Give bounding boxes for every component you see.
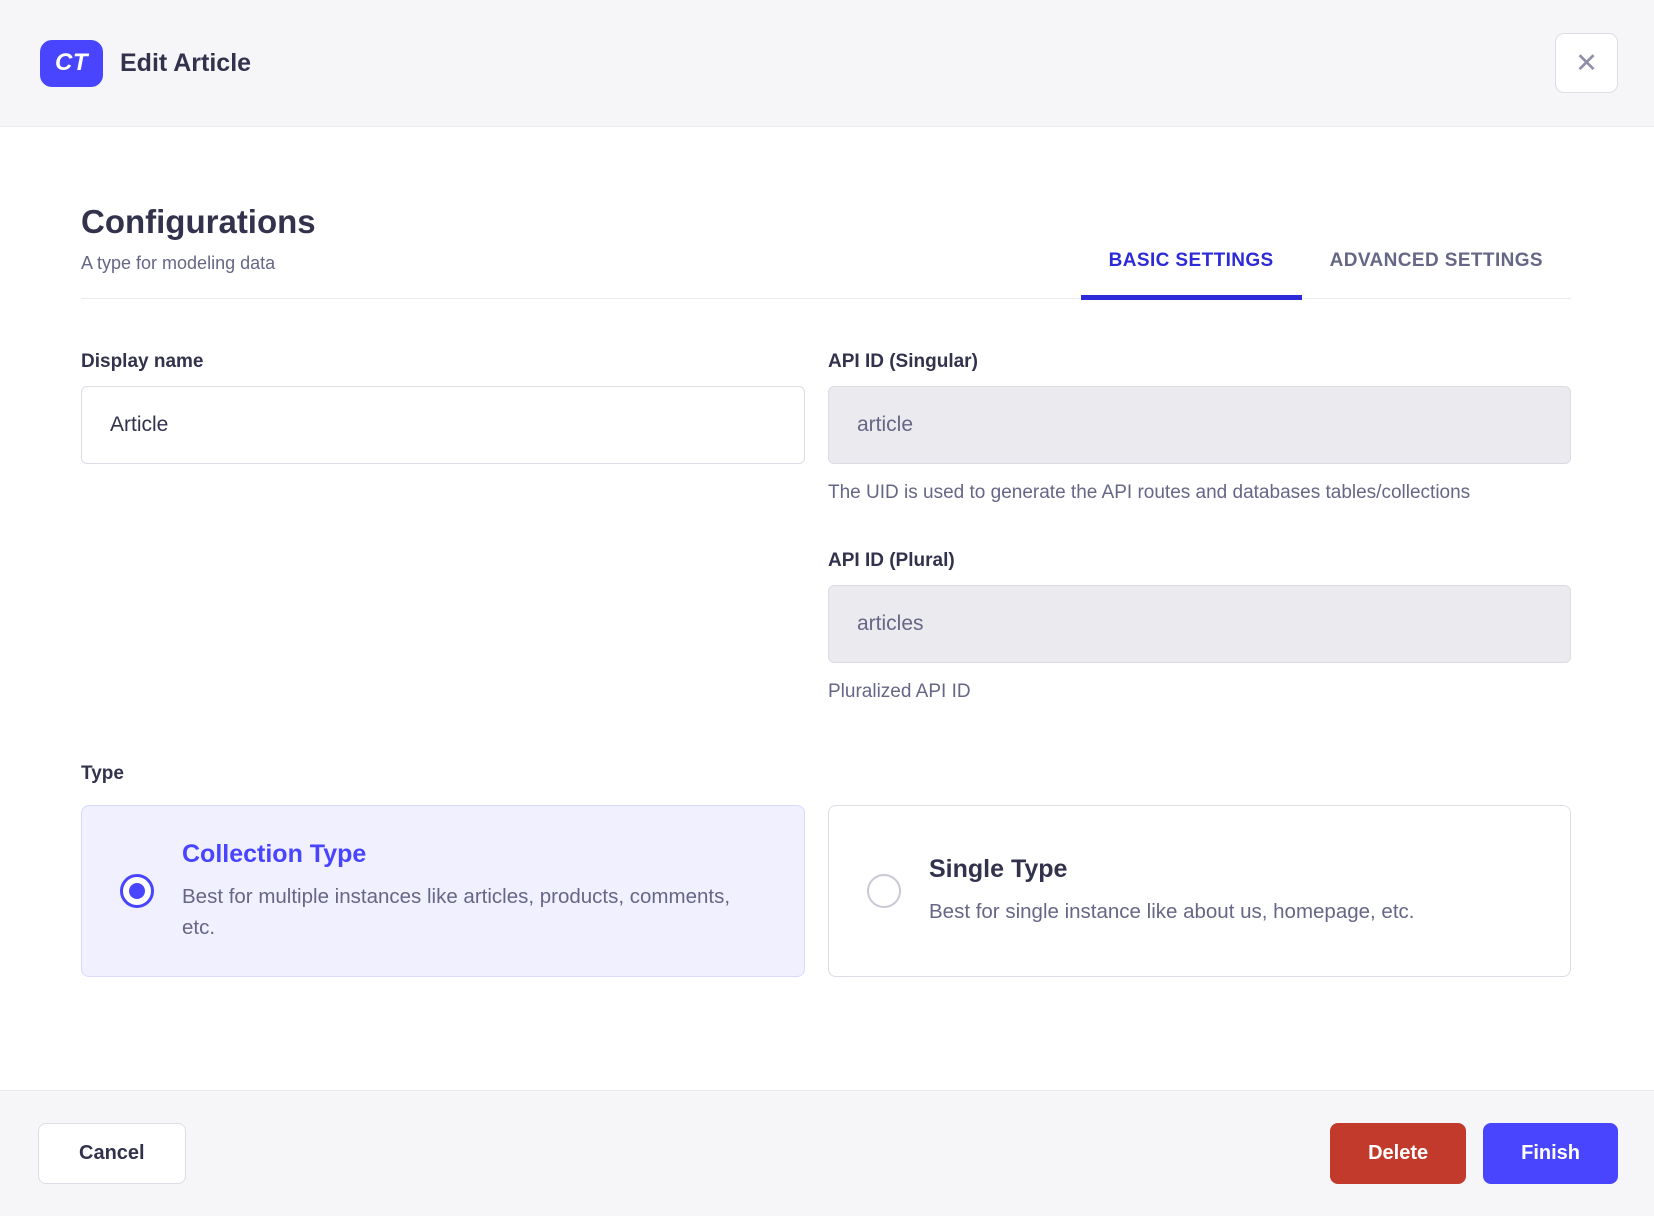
display-name-field: Display name <box>81 351 805 464</box>
api-id-singular-input <box>828 386 1571 464</box>
type-option-single[interactable]: Single Type Best for single instance lik… <box>828 805 1571 977</box>
single-type-title: Single Type <box>929 855 1068 883</box>
settings-tabs: BASIC SETTINGS ADVANCED SETTINGS <box>1080 250 1571 300</box>
collection-type-title: Collection Type <box>182 839 367 868</box>
content-type-badge-icon: CT <box>40 39 103 87</box>
section-header: Configurations A type for modeling data … <box>81 203 1571 300</box>
tab-basic-settings[interactable]: BASIC SETTINGS <box>1080 250 1302 300</box>
type-options: Collection Type Best for multiple instan… <box>81 805 1571 977</box>
collection-type-text: Collection Type Best for multiple instan… <box>182 840 744 943</box>
radio-dot <box>129 883 145 899</box>
api-id-singular-field: API ID (Singular) The UID is used to gen… <box>828 351 1571 508</box>
edit-content-type-modal: CT Edit Article ✕ Configurations A type … <box>0 0 1654 1216</box>
type-option-collection[interactable]: Collection Type Best for multiple instan… <box>81 805 805 977</box>
delete-button[interactable]: Delete <box>1330 1123 1467 1184</box>
single-type-description: Best for single instance like about us, … <box>929 900 1415 923</box>
close-button[interactable]: ✕ <box>1555 33 1618 93</box>
footer-actions: Delete Finish <box>1330 1123 1618 1184</box>
form-right-column: API ID (Singular) The UID is used to gen… <box>828 351 1571 707</box>
api-id-plural-label: API ID (Plural) <box>828 550 955 571</box>
display-name-label: Display name <box>81 351 204 372</box>
form-left-column: Display name <box>81 351 805 707</box>
api-id-singular-helper: The UID is used to generate the API rout… <box>828 482 1471 503</box>
tab-advanced-settings[interactable]: ADVANCED SETTINGS <box>1302 250 1571 298</box>
cancel-button[interactable]: Cancel <box>38 1123 186 1184</box>
configuration-form: Display name API ID (Singular) The UID i… <box>81 351 1571 707</box>
modal-footer: Cancel Delete Finish <box>0 1090 1654 1216</box>
type-section: Type Collection Type Best for multiple i… <box>81 763 1571 977</box>
api-id-plural-helper: Pluralized API ID <box>828 681 971 702</box>
modal-body: Configurations A type for modeling data … <box>0 127 1654 1090</box>
page-title: Configurations <box>81 203 316 240</box>
single-type-text: Single Type Best for single instance lik… <box>929 855 1414 927</box>
section-title-block: Configurations A type for modeling data <box>81 203 316 298</box>
close-icon: ✕ <box>1575 47 1598 78</box>
modal-header: CT Edit Article ✕ <box>0 0 1654 127</box>
api-id-plural-field: API ID (Plural) Pluralized API ID <box>828 550 1571 707</box>
modal-title: Edit Article <box>120 48 252 77</box>
radio-unchecked-icon[interactable] <box>867 874 901 908</box>
finish-button[interactable]: Finish <box>1483 1123 1618 1184</box>
radio-checked-icon[interactable] <box>120 874 154 908</box>
page-subtitle: A type for modeling data <box>81 253 276 273</box>
api-id-plural-input <box>828 585 1571 663</box>
api-id-singular-label: API ID (Singular) <box>828 351 978 372</box>
collection-type-description: Best for multiple instances like article… <box>182 884 731 939</box>
display-name-input[interactable] <box>81 386 805 464</box>
type-label: Type <box>81 763 124 784</box>
